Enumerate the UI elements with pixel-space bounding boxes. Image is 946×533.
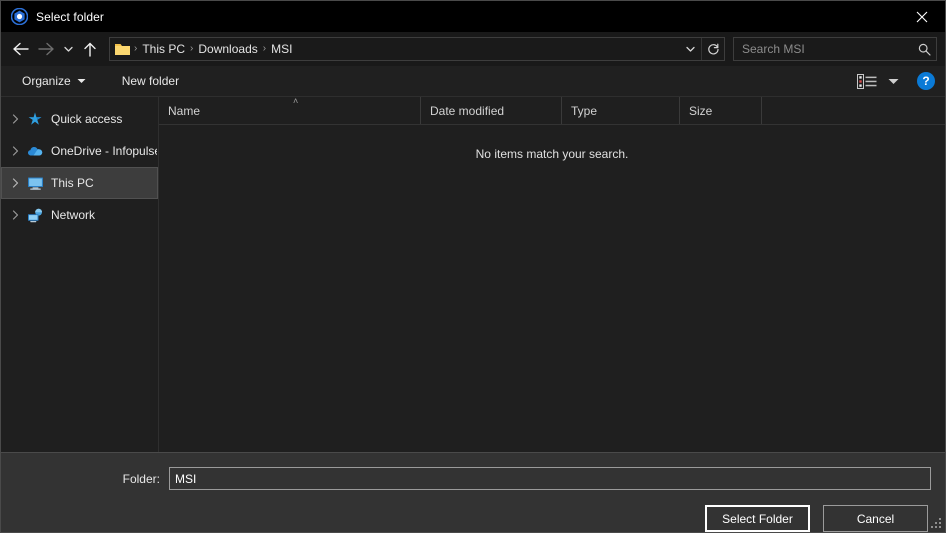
column-header-size[interactable]: Size bbox=[680, 97, 762, 124]
help-label: ? bbox=[922, 74, 930, 88]
network-icon bbox=[24, 208, 46, 223]
recent-locations-button[interactable] bbox=[59, 36, 77, 62]
monitor-icon bbox=[24, 176, 46, 191]
search-icon bbox=[918, 43, 931, 56]
sidebar-item-quick-access[interactable]: Quick access bbox=[1, 103, 158, 135]
sidebar-item-this-pc[interactable]: This PC bbox=[1, 167, 158, 199]
chevron-right-icon bbox=[12, 178, 18, 188]
dialog-button-row: Select Folder Cancel bbox=[1, 490, 945, 532]
chevron-down-icon bbox=[685, 46, 695, 52]
forward-button[interactable] bbox=[33, 36, 59, 62]
column-headers: ˄ Name Date modified Type Size bbox=[159, 97, 945, 125]
refresh-icon bbox=[707, 43, 719, 54]
sidebar-item-label: This PC bbox=[51, 176, 94, 190]
navigation-sidebar: Quick access OneDrive - Infopulse This P… bbox=[1, 97, 159, 452]
chevron-right-icon bbox=[12, 146, 18, 156]
breadcrumb-item-this-pc[interactable]: This PC bbox=[138, 42, 189, 56]
column-header-name[interactable]: ˄ Name bbox=[159, 97, 421, 124]
sidebar-item-label: Network bbox=[51, 208, 96, 222]
arrow-up-icon bbox=[84, 42, 96, 57]
column-header-label: Name bbox=[168, 103, 201, 118]
folder-label: Folder: bbox=[122, 471, 160, 486]
sidebar-item-label: Quick access bbox=[51, 112, 123, 126]
chevron-right-icon bbox=[12, 210, 18, 220]
back-button[interactable] bbox=[7, 36, 33, 62]
refresh-button[interactable] bbox=[701, 38, 724, 60]
cloud-icon bbox=[24, 144, 46, 158]
new-folder-button[interactable]: New folder bbox=[115, 71, 186, 91]
chevron-down-icon bbox=[63, 46, 73, 52]
chevron-down-icon bbox=[888, 78, 898, 84]
folder-name-input[interactable]: MSI bbox=[169, 467, 931, 490]
expand-chevron-icon[interactable] bbox=[6, 178, 24, 188]
window-title: Select folder bbox=[36, 9, 105, 24]
expand-chevron-icon[interactable] bbox=[6, 114, 24, 124]
search-input[interactable]: Search MSI bbox=[733, 37, 937, 61]
search-placeholder-text: Search MSI bbox=[742, 42, 805, 56]
command-toolbar: Organize New folder ? bbox=[1, 66, 945, 97]
title-bar: Select folder bbox=[1, 1, 945, 32]
folder-icon bbox=[115, 43, 130, 55]
sort-ascending-icon: ˄ bbox=[293, 96, 299, 106]
select-folder-dialog: Select folder › This PC › Downloads › MS… bbox=[0, 0, 946, 533]
star-icon bbox=[24, 111, 46, 127]
chevron-down-icon bbox=[77, 79, 86, 83]
sidebar-item-onedrive[interactable]: OneDrive - Infopulse bbox=[1, 135, 158, 167]
arrow-right-icon bbox=[37, 42, 54, 56]
organize-button[interactable]: Organize bbox=[15, 71, 93, 91]
close-button[interactable] bbox=[899, 1, 945, 32]
search-button[interactable] bbox=[912, 43, 936, 56]
new-folder-label: New folder bbox=[121, 74, 180, 88]
resize-grip[interactable] bbox=[931, 518, 942, 529]
column-header-label: Date modified bbox=[430, 103, 505, 118]
navigation-bar: › This PC › Downloads › MSI Search MSI bbox=[1, 32, 945, 66]
view-options-dropdown[interactable] bbox=[883, 69, 903, 93]
expand-chevron-icon[interactable] bbox=[6, 210, 24, 220]
empty-list-message: No items match your search. bbox=[475, 147, 629, 161]
address-dropdown-button[interactable] bbox=[679, 38, 701, 60]
chevron-right-icon bbox=[12, 114, 18, 124]
address-bar[interactable]: › This PC › Downloads › MSI bbox=[109, 37, 725, 61]
file-list-pane: ˄ Name Date modified Type Size No items … bbox=[159, 97, 945, 452]
change-view-button[interactable] bbox=[853, 69, 881, 93]
column-header-label: Type bbox=[571, 103, 598, 118]
dialog-footer: Folder: MSI Select Folder Cancel bbox=[1, 452, 945, 532]
expand-chevron-icon[interactable] bbox=[6, 146, 24, 156]
close-icon bbox=[916, 11, 928, 22]
select-folder-button[interactable]: Select Folder bbox=[705, 505, 810, 532]
cancel-button[interactable]: Cancel bbox=[823, 505, 928, 532]
breadcrumb-item-downloads[interactable]: Downloads bbox=[194, 42, 261, 56]
column-header-type[interactable]: Type bbox=[562, 97, 680, 124]
details-view-icon bbox=[857, 73, 877, 89]
app-logo-icon bbox=[11, 8, 28, 25]
organize-label: Organize bbox=[22, 74, 71, 88]
arrow-left-icon bbox=[12, 42, 29, 56]
toolbar-right-group: ? bbox=[853, 69, 935, 93]
breadcrumb-item-msi[interactable]: MSI bbox=[267, 42, 296, 56]
sidebar-item-label: OneDrive - Infopulse bbox=[51, 144, 157, 158]
sidebar-item-network[interactable]: Network bbox=[1, 199, 158, 231]
help-button[interactable]: ? bbox=[917, 72, 935, 90]
dialog-body: Quick access OneDrive - Infopulse This P… bbox=[1, 97, 945, 452]
up-button[interactable] bbox=[77, 36, 103, 62]
column-header-date-modified[interactable]: Date modified bbox=[421, 97, 562, 124]
folder-name-row: Folder: MSI bbox=[1, 467, 945, 490]
column-header-label: Size bbox=[689, 103, 713, 118]
